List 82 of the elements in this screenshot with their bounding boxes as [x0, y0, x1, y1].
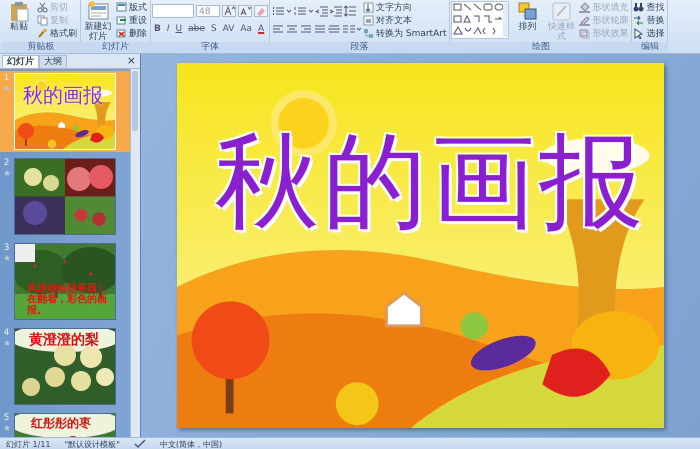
group-label: 字体: [150, 42, 270, 53]
group-label: 绘图: [449, 42, 632, 53]
language-status[interactable]: 中文(简体，中国): [160, 438, 222, 449]
smartart-icon: [363, 28, 374, 39]
thumbnail-text: 红彤彤的枣: [31, 415, 91, 432]
brush-icon: [37, 28, 48, 39]
shrink-font-icon[interactable]: [238, 4, 252, 16]
ribbon-button[interactable]: 新建幻灯片: [82, 1, 114, 42]
slide-thumbnail[interactable]: 红彤彤的枣: [14, 413, 116, 437]
grow-font-icon[interactable]: [222, 4, 236, 16]
ribbon-button[interactable]: 替换: [633, 14, 666, 27]
scissors-icon: [37, 2, 48, 13]
new-slide-icon: [88, 1, 108, 22]
format-button[interactable]: I: [164, 22, 172, 35]
panel-tab[interactable]: 幻灯片: [2, 54, 39, 68]
star-icon: [4, 255, 10, 261]
pen-icon: [579, 15, 590, 26]
ribbon-button[interactable]: 格式刷: [37, 27, 79, 40]
align-left-icon[interactable]: [271, 22, 285, 34]
copy-icon: [37, 15, 48, 26]
increase-indent-icon[interactable]: [329, 4, 343, 16]
distributed-icon[interactable]: [327, 22, 341, 34]
slide-number: 4: [4, 328, 10, 338]
ribbon-button[interactable]: 文字方向: [363, 1, 448, 14]
format-button[interactable]: AV: [220, 22, 236, 35]
star-icon: [4, 170, 10, 176]
format-button[interactable]: S: [208, 22, 219, 35]
ribbon-button[interactable]: 转换为 SmartArt: [363, 27, 448, 40]
star-icon: [4, 425, 10, 431]
format-button[interactable]: Aa: [238, 22, 254, 35]
bullets-icon[interactable]: [271, 4, 293, 16]
ribbon-button[interactable]: 排列: [511, 1, 544, 32]
thumbnail-text: 黄澄澄的梨: [29, 331, 99, 349]
group-label: 段落: [269, 42, 450, 53]
font-name-field[interactable]: [152, 4, 194, 18]
justify-icon[interactable]: [313, 22, 327, 34]
replace-icon: [633, 15, 644, 26]
thumbnail-text: 风娃娃钻进果园，在翻着，彩色的画报。: [27, 283, 108, 316]
cursor-icon: [633, 28, 644, 39]
align-center-icon[interactable]: [285, 22, 299, 34]
ribbon-button[interactable]: 版式: [116, 1, 149, 14]
star-icon: [4, 340, 10, 346]
slide-number: 2: [4, 158, 10, 168]
ribbon-button[interactable]: 对齐文本: [363, 14, 448, 27]
panel-tab[interactable]: 大纲: [39, 54, 67, 68]
ribbon-button[interactable]: 选择: [633, 27, 666, 40]
align-text-icon: [363, 15, 374, 26]
group-label: 编辑: [631, 42, 668, 53]
spellcheck-icon[interactable]: [134, 439, 146, 449]
ribbon-button[interactable]: 查找: [633, 1, 666, 14]
slide-number: 1: [4, 73, 10, 83]
decrease-indent-icon[interactable]: [315, 4, 329, 16]
format-button[interactable]: U: [174, 22, 184, 35]
slide-counter: 幻灯片 1/11: [6, 438, 51, 449]
slide-thumbnail[interactable]: 黄澄澄的梨: [14, 328, 116, 405]
slide-number: 5: [4, 413, 10, 423]
shape-effects-icon: [579, 28, 590, 39]
text-direction-icon: [363, 2, 374, 13]
columns-icon[interactable]: [341, 22, 361, 34]
quick-styles-icon: [550, 1, 572, 22]
align-right-icon[interactable]: [299, 22, 313, 34]
shape-gallery[interactable]: [451, 1, 510, 39]
theme-name: "默认设计模板": [64, 438, 120, 449]
delete-icon: [116, 28, 127, 39]
ribbon-button[interactable]: 删除: [116, 27, 149, 40]
format-button[interactable]: B: [152, 22, 163, 35]
slide-number: 3: [4, 243, 10, 253]
layout-icon: [116, 2, 127, 13]
close-button[interactable]: ×: [126, 55, 136, 67]
format-button[interactable]: A: [256, 22, 266, 35]
fill-bucket-icon: [579, 2, 590, 13]
format-button[interactable]: abe: [186, 22, 207, 35]
reset-icon: [116, 15, 127, 26]
star-icon: [4, 85, 10, 91]
numbering-icon[interactable]: [293, 4, 315, 16]
arrange-icon: [516, 1, 538, 22]
ribbon-button[interactable]: 重设: [116, 14, 149, 27]
binoculars-icon: [633, 2, 644, 13]
ribbon-button[interactable]: 粘贴: [3, 1, 35, 32]
group-label: 剪贴板: [1, 42, 81, 53]
clipboard-icon: [8, 1, 30, 22]
group-label: 幻灯片: [80, 42, 151, 53]
